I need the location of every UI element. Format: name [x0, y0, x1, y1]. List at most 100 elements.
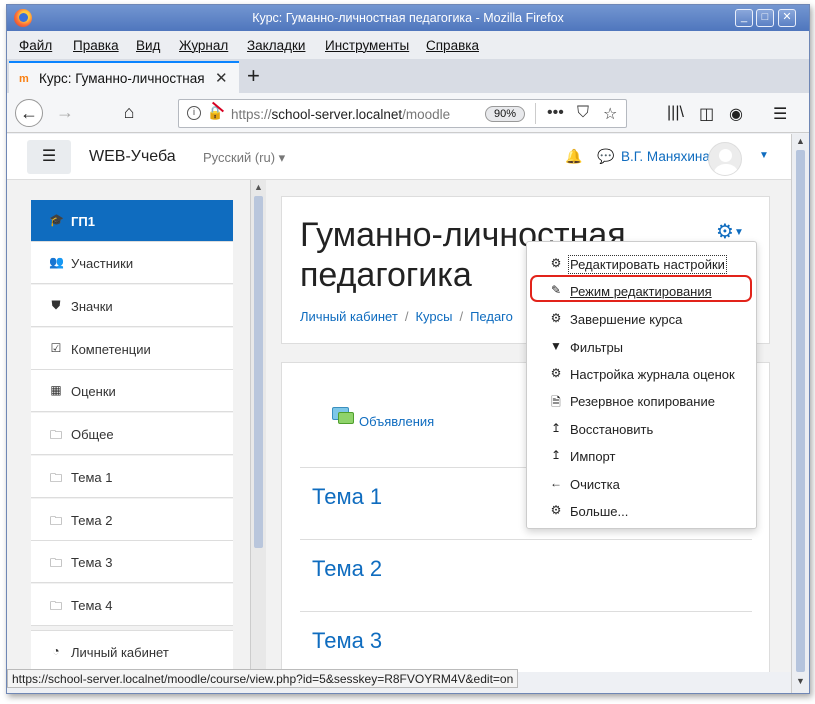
user-menu-caret-icon[interactable]: ▼: [759, 150, 769, 161]
menu-help[interactable]: Справка: [426, 38, 479, 53]
close-window-button[interactable]: ✕: [778, 9, 796, 27]
menu-view[interactable]: Вид: [136, 38, 160, 53]
drawer-scrollbar[interactable]: ▲: [250, 180, 266, 672]
forward-button[interactable]: →: [51, 99, 79, 127]
back-button[interactable]: ←: [15, 99, 43, 127]
breadcrumb-category[interactable]: Педаго: [470, 309, 513, 324]
pocket-icon[interactable]: ⛉: [577, 104, 589, 122]
scroll-down-icon[interactable]: ▼: [796, 676, 805, 686]
url-bar[interactable]: i 🔒 https://school-server.localnet/moodl…: [178, 99, 627, 128]
announcements-link[interactable]: Объявления: [359, 414, 434, 429]
menu-item-edit-mode[interactable]: ✎ Режим редактирования: [527, 277, 756, 304]
drawer-item-badges[interactable]: ⛊ Значки: [31, 285, 233, 327]
drawer-item-general[interactable]: 🗀 Общее: [31, 413, 233, 455]
drawer-item-topic-2[interactable]: 🗀 Тема 2: [31, 499, 233, 541]
menu-edit[interactable]: Правка: [73, 38, 119, 53]
avatar[interactable]: [708, 142, 742, 176]
bell-icon[interactable]: 🔔: [565, 148, 582, 165]
title-bar: Курс: Гуманно-личностная педагогика - Mo…: [7, 5, 809, 31]
menu-item-label: Редактировать настройки: [568, 255, 727, 274]
menu-item-more[interactable]: ⚙ Больше...: [527, 497, 756, 524]
menu-item-label: Импорт: [570, 449, 616, 464]
section-title[interactable]: Тема 2: [312, 556, 382, 582]
menu-item-label: Настройка журнала оценок: [570, 367, 735, 382]
menu-history[interactable]: Журнал: [179, 38, 228, 53]
bookmark-star-icon[interactable]: ☆: [603, 104, 617, 124]
scroll-up-icon[interactable]: ▲: [796, 136, 805, 146]
menu-file[interactable]: Файл: [19, 38, 52, 53]
forum-icon: [332, 407, 354, 424]
drawer-item-topic-1[interactable]: 🗀 Тема 1: [31, 456, 233, 498]
browser-window: Курс: Гуманно-личностная педагогика - Mo…: [6, 4, 810, 694]
drawer-item-participants[interactable]: 👥 Участники: [31, 242, 233, 284]
moodle-navbar: ☰ WEB-Учеба Русский (ru) ▾ 🔔 💬 В.Г. Маня…: [7, 134, 791, 180]
navigation-toolbar: ← → ⌂ i 🔒 https://school-server.localnet…: [7, 93, 809, 133]
menu-item-reset[interactable]: ← Очистка: [527, 470, 756, 497]
status-bar-url: https://school-server.localnet/moodle/co…: [7, 669, 519, 688]
drawer-item-course[interactable]: 🎓 ГП1: [31, 200, 233, 242]
section-title[interactable]: Тема 1: [312, 484, 382, 510]
url-text[interactable]: https://school-server.localnet/moodle: [231, 107, 461, 122]
menu-item-label: Фильтры: [570, 340, 624, 355]
menu-item-label: Завершение курса: [570, 312, 683, 327]
site-name[interactable]: WEB-Учеба: [89, 148, 176, 166]
graduation-cap-icon: 🎓: [49, 213, 64, 227]
tab-course[interactable]: m Курс: Гуманно-личностная ✕: [9, 61, 239, 93]
insecure-lock-icon[interactable]: 🔒: [207, 105, 223, 121]
drawer-item-grades[interactable]: ▦ Оценки: [31, 370, 233, 412]
arrow-left-icon: ←: [550, 476, 562, 490]
drawer-scroll-thumb[interactable]: [254, 196, 263, 548]
drawer-item-topic-3[interactable]: 🗀 Тема 3: [31, 541, 233, 583]
folder-icon: 🗀: [49, 428, 62, 442]
section-topic-3: Тема 3: [300, 611, 752, 672]
menu-item-backup[interactable]: 🗎 Резервное копирование: [527, 387, 756, 414]
menu-bookmarks[interactable]: Закладки: [247, 38, 305, 53]
menu-tools[interactable]: Инструменты: [325, 38, 409, 53]
menu-item-label: Режим редактирования: [570, 284, 712, 299]
gear-icon: ⚙: [550, 503, 562, 517]
moodle-favicon-icon: m: [19, 73, 29, 85]
info-icon[interactable]: i: [187, 106, 201, 120]
section-title[interactable]: Тема 3: [312, 628, 382, 654]
account-icon[interactable]: ◉: [729, 104, 743, 124]
hamburger-menu-icon[interactable]: ☰: [773, 104, 787, 124]
menu-item-label: Больше...: [570, 504, 629, 519]
drawer-item-dashboard[interactable]: ◔ Личный кабинет: [31, 630, 233, 672]
sidebar-icon[interactable]: ◫: [699, 104, 714, 124]
drawer-item-label: Участники: [71, 256, 134, 271]
drawer-item-label: Значки: [71, 299, 113, 314]
drawer-toggle-button[interactable]: ☰: [27, 140, 71, 174]
breadcrumb: Личный кабинет / Курсы / Педаго: [300, 309, 513, 324]
minimize-button[interactable]: _: [735, 9, 753, 27]
page-actions-icon[interactable]: •••: [547, 104, 564, 122]
drawer-item-label: Тема 4: [71, 598, 113, 613]
drawer-item-topic-4[interactable]: 🗀 Тема 4: [31, 584, 233, 626]
menu-item-filters[interactable]: ▼ Фильтры: [527, 333, 756, 360]
new-tab-button[interactable]: +: [247, 63, 260, 89]
breadcrumb-dashboard[interactable]: Личный кабинет: [300, 309, 398, 324]
language-selector[interactable]: Русский (ru) ▾: [203, 150, 285, 166]
drawer-item-label: ГП1: [71, 214, 95, 229]
home-button[interactable]: ⌂: [115, 99, 143, 127]
menu-item-import[interactable]: ↥ Импорт: [527, 442, 756, 469]
user-name[interactable]: В.Г. Маняхина: [621, 149, 710, 164]
drawer-item-competencies[interactable]: ☑ Компетенции: [31, 328, 233, 370]
scroll-up-icon[interactable]: ▲: [254, 182, 263, 192]
chat-icon[interactable]: 💬: [597, 148, 614, 165]
maximize-button[interactable]: □: [756, 9, 774, 27]
gear-icon: ⚙: [550, 366, 562, 380]
breadcrumb-courses[interactable]: Курсы: [415, 309, 452, 324]
page-scroll-thumb[interactable]: [796, 150, 805, 672]
table-icon: ▦: [50, 383, 62, 397]
menu-item-course-completion[interactable]: ⚙ Завершение курса: [527, 305, 756, 332]
menu-bar: Файл Правка Вид Журнал Закладки Инструме…: [7, 31, 809, 59]
menu-item-edit-settings[interactable]: ⚙ Редактировать настройки: [527, 250, 756, 277]
pencil-icon: ✎: [550, 283, 562, 297]
library-icon[interactable]: |||\: [667, 104, 684, 122]
tab-close-icon[interactable]: ✕: [215, 69, 228, 87]
menu-item-gradebook-setup[interactable]: ⚙ Настройка журнала оценок: [527, 360, 756, 387]
gear-icon: ⚙: [550, 256, 562, 270]
menu-item-restore[interactable]: ↥ Восстановить: [527, 415, 756, 442]
zoom-level-badge[interactable]: 90%: [485, 106, 525, 122]
page-scrollbar[interactable]: ▲ ▼: [791, 134, 809, 693]
